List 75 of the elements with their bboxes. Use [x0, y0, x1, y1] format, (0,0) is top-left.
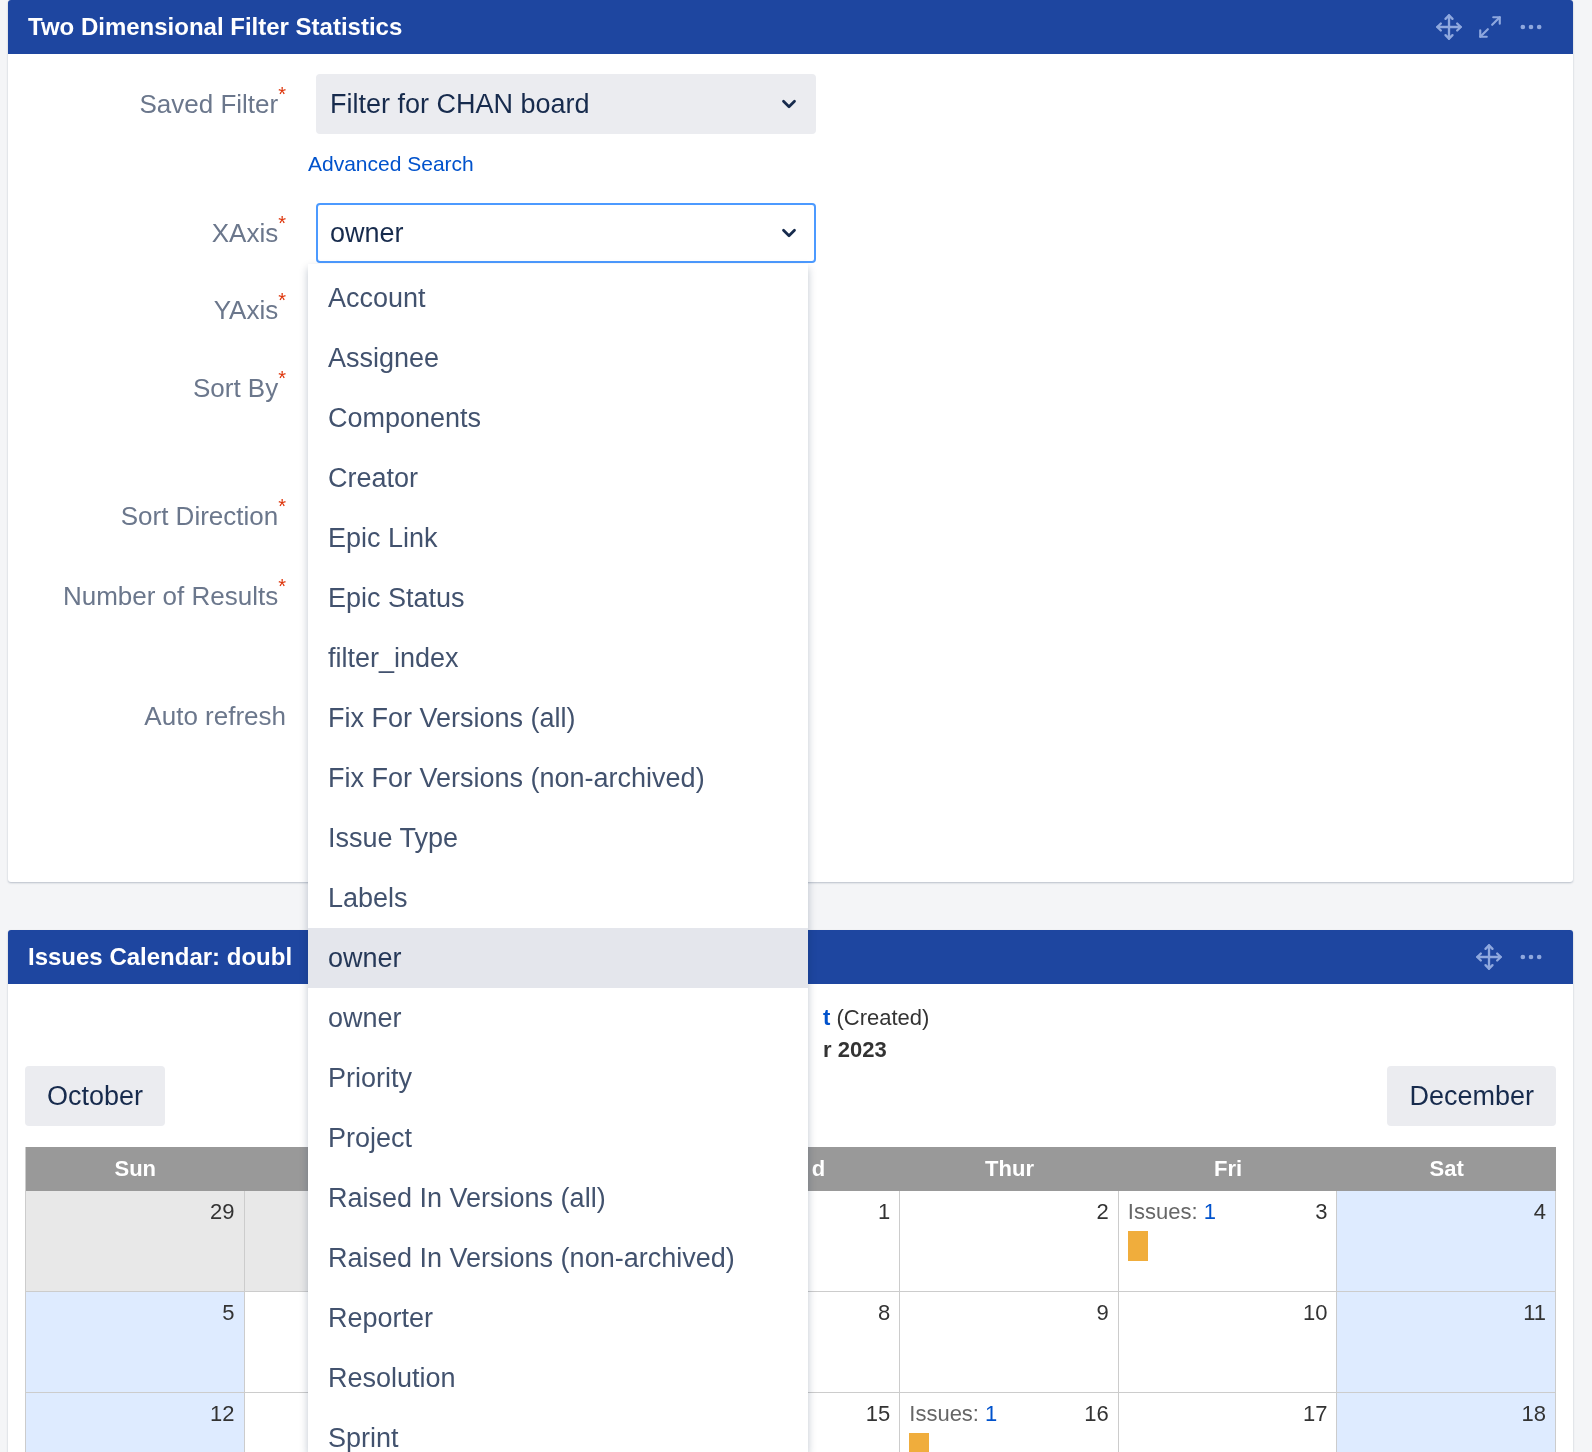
field-label: XAxis*	[210, 211, 286, 250]
field-label: Sort Direction*	[119, 494, 286, 533]
dropdown-option[interactable]: filter_index	[308, 628, 808, 688]
day-number: 8	[878, 1300, 891, 1327]
dropdown-option[interactable]: Raised In Versions (all)	[308, 1168, 808, 1228]
calendar-day-cell[interactable]: 12	[26, 1393, 245, 1452]
day-number: 3	[1315, 1199, 1328, 1226]
dropdown-option[interactable]: Epic Link	[308, 508, 808, 568]
dropdown-option[interactable]: Resolution	[308, 1348, 808, 1408]
day-number: 2	[1096, 1199, 1109, 1226]
day-number: 9	[1096, 1300, 1109, 1327]
move-icon[interactable]	[1435, 13, 1463, 41]
day-number: 1	[878, 1199, 891, 1226]
month-title: r 2023	[823, 1036, 888, 1064]
weekday-label: Thur	[985, 1156, 1034, 1182]
day-number: 18	[1521, 1401, 1546, 1428]
weekday-label: d	[811, 1156, 826, 1182]
dropdown-option[interactable]: Labels	[308, 868, 808, 928]
calendar-subtitle: t (Created)	[823, 1004, 931, 1032]
panel-title: Two Dimensional Filter Statistics	[28, 13, 403, 41]
weekday-label: Sat	[1429, 1156, 1464, 1182]
dropdown-option[interactable]: Project	[308, 1108, 808, 1168]
day-number: 11	[1523, 1300, 1546, 1327]
dropdown-option[interactable]: Assignee	[308, 328, 808, 388]
select-field[interactable]: owner	[316, 203, 816, 263]
calendar-day-cell[interactable]: 2	[900, 1191, 1119, 1292]
dropdown-option[interactable]: owner	[308, 988, 808, 1048]
calendar-day-cell[interactable]: 4	[1337, 1191, 1556, 1292]
dropdown-option[interactable]: Fix For Versions (non-archived)	[308, 748, 808, 808]
next-month-button[interactable]: December	[1387, 1066, 1556, 1126]
dropdown-option[interactable]: owner	[308, 928, 808, 988]
weekday-label: Sun	[114, 1156, 157, 1182]
dropdown-option[interactable]: Sprint	[308, 1408, 808, 1452]
issues-link[interactable]: 1	[1203, 1199, 1216, 1224]
dropdown-option[interactable]: Account	[308, 268, 808, 328]
weekday-label: Fri	[1214, 1156, 1243, 1182]
field-label: Number of Results*	[61, 574, 286, 613]
select-field[interactable]: Filter for CHAN board	[316, 74, 816, 134]
dropdown-option[interactable]: Priority	[308, 1048, 808, 1108]
issues-count: Issues: 1	[909, 1401, 998, 1427]
field-label: Saved Filter*	[138, 82, 286, 121]
calendar-day-cell[interactable]: 11	[1337, 1292, 1556, 1393]
day-number: 5	[222, 1300, 235, 1327]
day-number: 10	[1302, 1300, 1328, 1327]
day-number: 29	[210, 1199, 235, 1226]
issue-bar[interactable]	[1127, 1231, 1148, 1261]
day-number: 4	[1533, 1199, 1546, 1226]
day-number: 12	[210, 1401, 235, 1428]
dropdown-option[interactable]: Creator	[308, 448, 808, 508]
expand-icon[interactable]	[1477, 14, 1503, 40]
issues-link[interactable]: 1	[985, 1401, 998, 1426]
calendar-day-cell[interactable]: 10	[1118, 1292, 1338, 1393]
issues-count: Issues: 1	[1127, 1199, 1216, 1225]
calendar-day-cell[interactable]: Issues: 1 3	[1118, 1191, 1338, 1292]
move-icon[interactable]	[1475, 943, 1503, 971]
calendar-day-cell[interactable]: 29	[26, 1191, 245, 1292]
field-label: Auto refresh	[143, 700, 286, 733]
dropdown-option[interactable]: Reporter	[308, 1288, 808, 1348]
calendar-day-cell[interactable]: 5	[26, 1292, 245, 1393]
dropdown-option[interactable]: Epic Status	[308, 568, 808, 628]
dropdown-option[interactable]: Raised In Versions (non-archived)	[308, 1228, 808, 1288]
filter-link[interactable]: t	[823, 1005, 831, 1030]
day-number: 16	[1084, 1401, 1109, 1428]
previous-month-button[interactable]: October	[25, 1066, 166, 1126]
day-number: 17	[1302, 1401, 1328, 1428]
advanced-search-link[interactable]: Advanced Search	[308, 142, 474, 186]
field-label: YAxis*	[212, 288, 286, 327]
dropdown-option[interactable]: Fix For Versions (all)	[308, 688, 808, 748]
dropdown-option[interactable]: Issue Type	[308, 808, 808, 868]
calendar-day-cell[interactable]: 9	[900, 1292, 1119, 1393]
panel-title: Issues Calendar: doubl	[28, 943, 293, 971]
calendar-day-cell[interactable]: 18	[1337, 1393, 1556, 1452]
field-label: Sort By*	[191, 366, 286, 405]
dropdown-option[interactable]: Components	[308, 388, 808, 448]
day-number: 15	[865, 1401, 891, 1428]
